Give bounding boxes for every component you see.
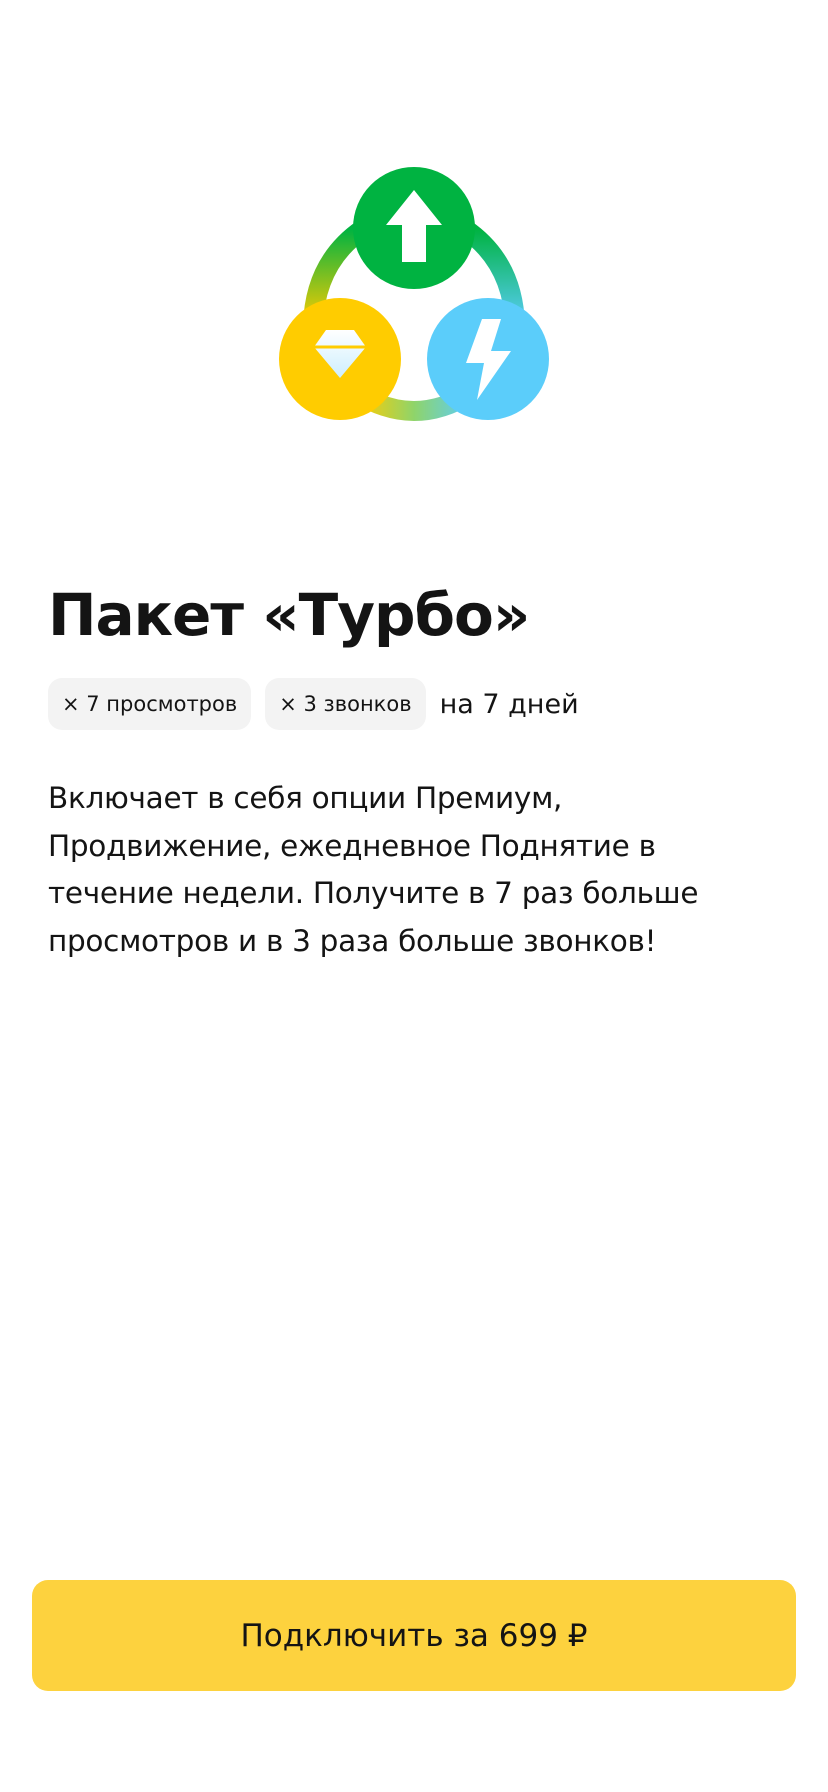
raise-icon xyxy=(353,167,475,289)
subscribe-button[interactable]: Подключить за 699 ₽ xyxy=(32,1580,796,1691)
package-description: Включает в себя опции Премиум, Продвижен… xyxy=(48,781,699,958)
package-features: × 7 просмотров × 3 звонков на 7 дней xyxy=(48,678,579,730)
views-multiplier-badge: × 7 просмотров xyxy=(48,678,252,730)
promotion-lightning-icon xyxy=(427,298,549,420)
turbo-package-logo xyxy=(279,167,549,421)
calls-multiplier-badge: × 3 звонков xyxy=(265,678,426,730)
package-title: Пакет «Турбо» xyxy=(48,581,530,649)
package-duration: на 7 дней xyxy=(439,688,579,720)
premium-diamond-icon xyxy=(279,298,401,420)
subscribe-button-label: Подключить за 699 ₽ xyxy=(240,1617,588,1654)
